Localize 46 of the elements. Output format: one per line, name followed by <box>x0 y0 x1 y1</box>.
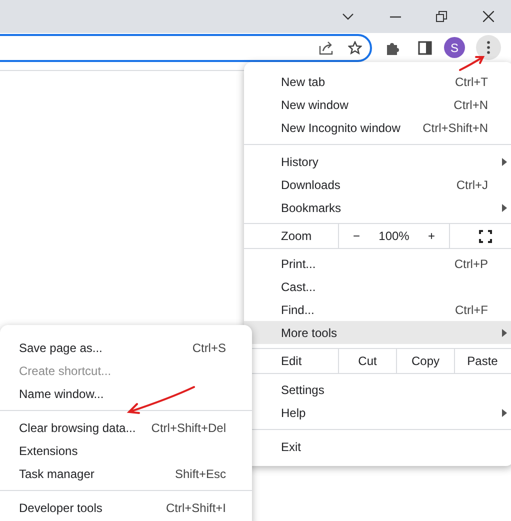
edit-action-button[interactable]: Cut <box>338 349 396 373</box>
shortcut-text: Ctrl+Shift+Del <box>151 420 226 436</box>
menu-item[interactable]: Find... Ctrl+F <box>244 298 511 321</box>
shortcut-text: Ctrl+J <box>456 176 488 194</box>
menu-item[interactable]: Bookmarks <box>244 196 511 219</box>
more-icon <box>487 41 490 54</box>
edit-action-button[interactable]: Copy <box>396 349 454 373</box>
menu-item[interactable]: Task manager Shift+Esc <box>0 462 252 485</box>
annotation-arrow <box>458 54 486 72</box>
edit-action-button[interactable]: Paste <box>454 349 511 373</box>
menu-item[interactable]: Developer tools Ctrl+Shift+I <box>0 496 252 519</box>
zoom-out-button[interactable]: − <box>351 227 362 245</box>
menu-item[interactable]: Cast... <box>244 275 511 298</box>
menu-item[interactable]: More tools <box>244 321 511 344</box>
side-panel-icon[interactable] <box>418 40 432 54</box>
shortcut-text: Ctrl+N <box>454 96 488 114</box>
chevron-down-icon[interactable] <box>342 13 354 20</box>
shortcut-text: Ctrl+Shift+I <box>166 500 226 516</box>
address-bar[interactable] <box>0 34 372 62</box>
shortcut-text: Ctrl+Shift+N <box>422 120 488 136</box>
puzzle-icon[interactable] <box>386 40 400 54</box>
shortcut-text: Shift+Esc <box>174 466 226 482</box>
avatar[interactable]: S <box>444 37 465 58</box>
minimize-icon[interactable] <box>390 16 401 18</box>
shortcut-text: Ctrl+S <box>192 340 226 356</box>
menu-item[interactable]: New tab Ctrl+T <box>244 70 511 93</box>
zoom-label: Zoom <box>280 228 313 245</box>
restore-icon[interactable] <box>436 11 447 22</box>
shortcut-text: Ctrl+T <box>455 74 488 90</box>
menu-item[interactable]: Downloads Ctrl+J <box>244 173 511 196</box>
annotation-arrow <box>125 384 197 416</box>
edit-label: Edit <box>280 353 303 370</box>
shortcut-text: Ctrl+F <box>455 302 488 318</box>
menu-item[interactable]: Extensions <box>0 439 252 462</box>
menu-button[interactable] <box>476 35 501 60</box>
menu-item[interactable]: New Incognito window Ctrl+Shift+N <box>244 116 511 139</box>
fullscreen-icon[interactable] <box>479 230 492 242</box>
menu-item[interactable]: New window Ctrl+N <box>244 93 511 116</box>
menu-item[interactable]: Print... Ctrl+P <box>244 252 511 275</box>
menu-item[interactable]: History <box>244 150 511 173</box>
shortcut-text: Ctrl+P <box>454 256 488 272</box>
close-icon[interactable] <box>483 11 494 22</box>
zoom-in-button[interactable]: + <box>426 227 437 245</box>
star-icon[interactable] <box>348 41 362 55</box>
zoom-level: 100% <box>378 228 410 245</box>
share-icon[interactable] <box>319 41 334 55</box>
